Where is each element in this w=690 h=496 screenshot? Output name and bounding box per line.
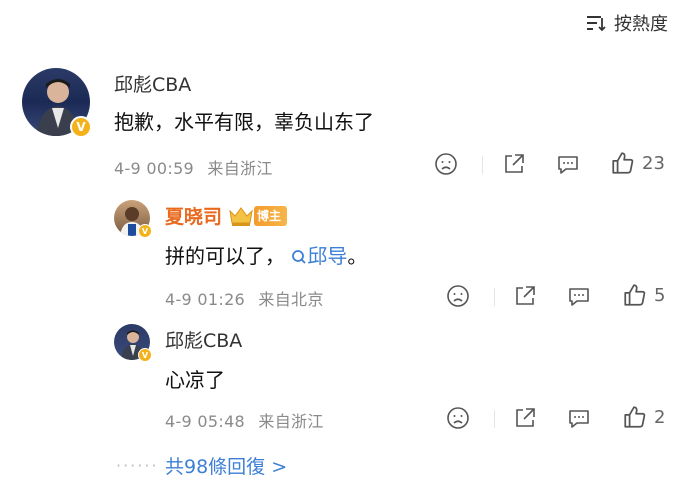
dislike-icon — [435, 153, 457, 175]
reply-username[interactable]: 邱彪CBA — [165, 326, 242, 353]
mention-text: 邱导 — [307, 244, 348, 268]
sort-label: 按熱度 — [614, 14, 668, 35]
reply-location: 来自北京 — [258, 290, 324, 309]
blogger-tag: 博主 — [254, 205, 288, 226]
like-icon — [624, 406, 646, 428]
like-count: 23 — [642, 152, 665, 174]
reply-username[interactable]: 夏晓司 — [165, 202, 222, 229]
verified-v-icon: V — [70, 116, 92, 138]
like-icon — [624, 284, 646, 306]
divider — [482, 156, 483, 174]
comment-icon — [558, 156, 578, 174]
reply-text: 心凉了 — [165, 368, 225, 392]
like-icon — [612, 152, 634, 174]
share-icon — [516, 286, 535, 305]
mention-link[interactable]: 邱导 — [291, 244, 347, 268]
reply-meta: 4-9 01:26 来自北京 — [165, 286, 324, 310]
divider — [494, 288, 495, 306]
comment-location: 来自浙江 — [207, 159, 273, 178]
like-count: 5 — [654, 284, 666, 306]
avatar[interactable]: V — [114, 324, 152, 362]
like-button[interactable]: 2 — [622, 404, 665, 430]
crown-icon — [228, 205, 254, 227]
sort-by-heat-button[interactable]: 按熱度 — [586, 10, 668, 36]
reply-location: 来自浙江 — [258, 412, 324, 431]
reply-button[interactable] — [567, 284, 591, 308]
comment-icon — [569, 288, 589, 306]
avatar[interactable]: V — [22, 68, 92, 138]
comment-meta: 4-9 00:59 来自浙江 — [114, 155, 273, 179]
comment-time: 4-9 00:59 — [114, 159, 195, 178]
reply-text: 拼的可以了， 邱导。 — [165, 240, 367, 269]
dislike-icon — [447, 407, 469, 429]
like-button[interactable]: 23 — [610, 150, 665, 176]
reply-text-suffix: 。 — [347, 244, 368, 268]
reply-button[interactable] — [567, 406, 591, 430]
reply-username-row: 夏晓司 博主 — [165, 202, 288, 229]
sort-icon — [586, 14, 606, 32]
reply-button[interactable] — [556, 152, 580, 176]
share-icon — [505, 154, 524, 173]
dislike-button[interactable] — [434, 152, 458, 176]
comment-username[interactable]: 邱彪CBA — [114, 70, 191, 97]
verified-v-icon: V — [138, 348, 152, 362]
like-button[interactable]: 5 — [622, 282, 665, 308]
dislike-icon — [447, 285, 469, 307]
comment-icon — [569, 410, 589, 428]
share-button[interactable] — [513, 406, 537, 430]
search-icon — [292, 250, 306, 264]
avatar[interactable]: V — [114, 200, 152, 238]
dislike-button[interactable] — [446, 284, 470, 308]
share-icon — [516, 408, 535, 427]
divider — [494, 410, 495, 428]
share-button[interactable] — [513, 284, 537, 308]
reply-time: 4-9 01:26 — [165, 290, 246, 309]
view-more-replies-link[interactable]: 共98條回復 > — [165, 452, 287, 479]
reply-time: 4-9 05:48 — [165, 412, 246, 431]
like-count: 2 — [654, 406, 666, 428]
share-button[interactable] — [502, 152, 526, 176]
dislike-button[interactable] — [446, 406, 470, 430]
reply-meta: 4-9 05:48 来自浙江 — [165, 408, 324, 432]
verified-v-icon: V — [138, 224, 152, 238]
comment-text: 抱歉，水平有限，辜负山东了 — [114, 110, 374, 134]
reply-text-prefix: 拼的可以了， — [165, 244, 285, 268]
thread-dots: ······ — [116, 456, 159, 475]
